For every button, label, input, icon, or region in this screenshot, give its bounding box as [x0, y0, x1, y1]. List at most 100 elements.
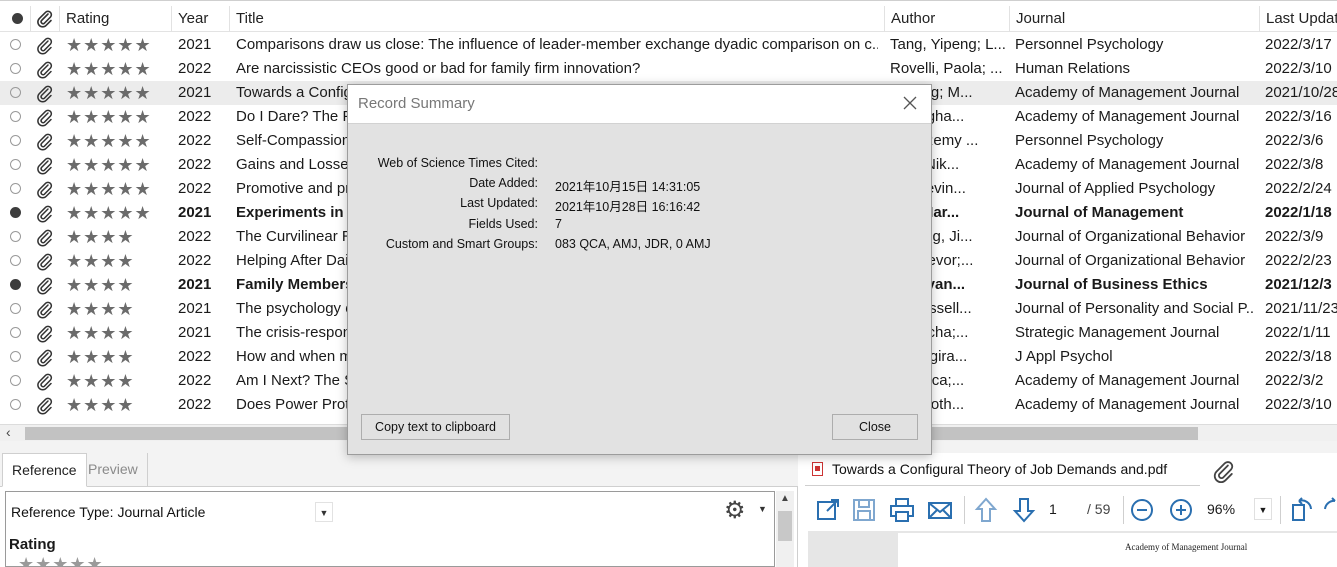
read-status[interactable]	[10, 369, 26, 393]
paperclip-icon[interactable]	[1211, 459, 1237, 485]
open-external-icon[interactable]	[814, 496, 842, 524]
row-rating[interactable]: ★★★★★	[66, 153, 171, 177]
reference-editor[interactable]: Reference Type: Journal Article ▼ ⚙ ▼ Rat…	[5, 491, 775, 567]
read-status-dot-icon	[10, 39, 21, 50]
paperclip-icon[interactable]	[35, 321, 57, 345]
close-icon[interactable]	[901, 94, 919, 112]
row-rating[interactable]: ★★★★★	[66, 33, 171, 57]
vertical-scroll-thumb[interactable]	[778, 511, 792, 541]
row-rating[interactable]: ★★★★	[66, 321, 171, 345]
gear-menu-caret-icon[interactable]: ▼	[758, 504, 767, 514]
paperclip-icon[interactable]	[35, 33, 57, 57]
dialog-titlebar[interactable]: Record Summary	[348, 85, 931, 123]
column-title[interactable]: Title	[229, 6, 884, 32]
save-icon[interactable]	[850, 496, 878, 524]
row-last-updated: 2022/1/18	[1265, 204, 1332, 221]
zoom-level[interactable]: 96%	[1207, 501, 1235, 517]
row-rating[interactable]: ★★★★	[66, 297, 171, 321]
scroll-left-arrow-icon[interactable]: ‹	[6, 424, 11, 440]
column-read-status[interactable]	[6, 6, 30, 32]
column-rating[interactable]: Rating ⌄	[59, 6, 171, 32]
rating-stars[interactable]: ★★★★★	[18, 554, 104, 567]
row-rating[interactable]: ★★★★★	[66, 201, 171, 225]
read-status[interactable]	[10, 273, 26, 297]
gear-icon[interactable]: ⚙	[724, 496, 746, 525]
read-status[interactable]	[10, 153, 26, 177]
row-rating[interactable]: ★★★★	[66, 225, 171, 249]
dialog-close-button[interactable]: Close	[832, 414, 918, 440]
paperclip-icon[interactable]	[35, 297, 57, 321]
scroll-up-arrow-icon[interactable]: ▲	[780, 493, 790, 504]
zoom-dropdown-icon[interactable]: ▼	[1254, 498, 1272, 520]
read-status[interactable]	[10, 81, 26, 105]
paperclip-icon[interactable]	[35, 153, 57, 177]
row-rating[interactable]: ★★★★	[66, 393, 171, 417]
row-rating[interactable]: ★★★★★	[66, 105, 171, 129]
paperclip-icon[interactable]	[35, 273, 57, 297]
read-status[interactable]	[10, 105, 26, 129]
paperclip-icon[interactable]	[35, 393, 57, 417]
zoom-in-icon[interactable]	[1167, 496, 1195, 524]
zoom-out-icon[interactable]	[1128, 496, 1156, 524]
read-status-dot-icon	[10, 351, 21, 362]
row-year: 2022	[178, 60, 212, 77]
rotate-right-icon[interactable]	[1321, 496, 1337, 524]
read-status[interactable]	[10, 393, 26, 417]
paperclip-icon[interactable]	[35, 177, 57, 201]
pdf-viewer[interactable]: Academy of Management Journal	[808, 531, 1337, 567]
read-status[interactable]	[10, 201, 26, 225]
column-attachment[interactable]	[30, 6, 60, 32]
copy-to-clipboard-button[interactable]: Copy text to clipboard	[361, 414, 510, 440]
row-journal: Academy of Management Journal	[1015, 372, 1240, 389]
toolbar-separator	[1280, 496, 1281, 524]
read-status[interactable]	[10, 57, 26, 81]
email-icon[interactable]	[926, 496, 954, 524]
row-rating[interactable]: ★★★★★	[66, 177, 171, 201]
row-rating[interactable]: ★★★★	[66, 273, 171, 297]
paperclip-icon[interactable]	[35, 225, 57, 249]
row-last-updated: 2022/2/24	[1265, 180, 1332, 197]
column-author[interactable]: Author	[884, 6, 1009, 32]
vertical-scrollbar[interactable]: ▲	[776, 491, 794, 567]
reference-type-select[interactable]: Journal Article	[117, 504, 205, 520]
rotate-left-icon[interactable]	[1287, 496, 1315, 524]
pdf-tab[interactable]: Towards a Configural Theory of Job Deman…	[805, 453, 1200, 486]
paperclip-icon[interactable]	[35, 81, 57, 105]
paperclip-icon[interactable]	[35, 201, 57, 225]
row-rating[interactable]: ★★★★★	[66, 57, 171, 81]
paperclip-icon[interactable]	[35, 345, 57, 369]
read-status[interactable]	[10, 177, 26, 201]
row-rating[interactable]: ★★★★★	[66, 129, 171, 153]
tab-reference[interactable]: Reference	[2, 453, 87, 487]
paperclip-icon[interactable]	[35, 105, 57, 129]
table-row[interactable]: ★★★★★ 2021 Comparisons draw us close: The …	[0, 33, 1337, 57]
read-status[interactable]	[10, 129, 26, 153]
row-rating[interactable]: ★★★★★	[66, 81, 171, 105]
next-page-icon[interactable]	[1010, 496, 1038, 524]
previous-page-icon[interactable]	[972, 496, 1000, 524]
row-last-updated: 2021/10/28	[1265, 84, 1337, 101]
row-rating[interactable]: ★★★★	[66, 345, 171, 369]
row-year: 2021	[178, 204, 212, 221]
paperclip-icon[interactable]	[35, 369, 57, 393]
row-author: Rovelli, Paola; ...	[890, 60, 1003, 77]
paperclip-icon[interactable]	[35, 129, 57, 153]
paperclip-icon[interactable]	[35, 57, 57, 81]
row-rating[interactable]: ★★★★	[66, 369, 171, 393]
reference-type-dropdown-icon[interactable]: ▼	[315, 502, 333, 522]
tab-preview[interactable]: Preview	[79, 453, 148, 487]
column-year[interactable]: Year	[171, 6, 229, 32]
read-status[interactable]	[10, 249, 26, 273]
row-rating[interactable]: ★★★★	[66, 249, 171, 273]
column-last-updated[interactable]: Last Updat	[1259, 6, 1337, 32]
table-row[interactable]: ★★★★★ 2022 Are narcissistic CEOs good or b…	[0, 57, 1337, 81]
paperclip-icon[interactable]	[35, 249, 57, 273]
column-journal[interactable]: Journal	[1009, 6, 1259, 32]
read-status[interactable]	[10, 297, 26, 321]
read-status[interactable]	[10, 225, 26, 249]
read-status[interactable]	[10, 33, 26, 57]
print-icon[interactable]	[888, 496, 916, 524]
read-status[interactable]	[10, 345, 26, 369]
read-status[interactable]	[10, 321, 26, 345]
page-number-input[interactable]: 1	[1049, 501, 1057, 517]
